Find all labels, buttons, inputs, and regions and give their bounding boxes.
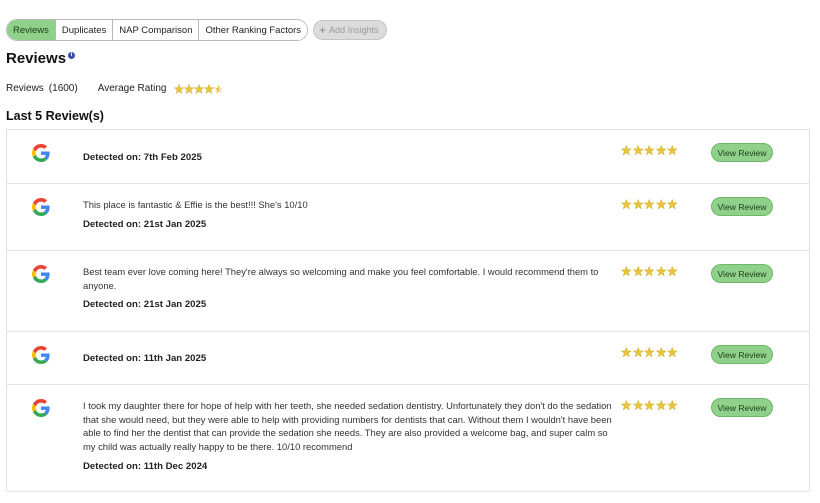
review-stars bbox=[621, 400, 678, 411]
star-icon bbox=[194, 83, 205, 94]
review-detected-date: Detected on: 7th Feb 2025 bbox=[83, 152, 202, 163]
info-icon[interactable]: i bbox=[68, 52, 76, 59]
star-icon bbox=[204, 83, 215, 94]
star-icon bbox=[621, 347, 632, 358]
star-icon bbox=[644, 199, 655, 210]
tab-other-ranking-factors[interactable]: Other Ranking Factors bbox=[199, 20, 308, 40]
view-review-button[interactable]: View Review bbox=[711, 398, 773, 417]
page-title: Reviews i bbox=[6, 50, 76, 67]
review-row: I took my daughter there for hope of hel… bbox=[7, 385, 809, 492]
review-stars bbox=[621, 266, 678, 277]
review-row: Detected on: 11th Jan 2025 View Review bbox=[7, 332, 809, 385]
add-insights-label: Add Insights bbox=[329, 25, 379, 35]
last-reviews-title: Last 5 Review(s) bbox=[6, 109, 104, 123]
review-detected-date: Detected on: 11th Dec 2024 bbox=[83, 461, 208, 472]
star-icon bbox=[632, 145, 643, 156]
view-review-button[interactable]: View Review bbox=[711, 197, 773, 216]
google-icon bbox=[32, 399, 50, 417]
review-stars bbox=[621, 199, 678, 210]
review-detected-date: Detected on: 21st Jan 2025 bbox=[83, 219, 207, 230]
star-icon bbox=[655, 199, 666, 210]
star-icon bbox=[184, 83, 195, 94]
google-icon bbox=[32, 265, 50, 283]
star-icon bbox=[644, 400, 655, 411]
star-icon bbox=[174, 83, 185, 94]
star-icon bbox=[667, 347, 678, 358]
star-icon bbox=[655, 400, 666, 411]
tab-reviews[interactable]: Reviews bbox=[7, 20, 56, 40]
google-icon bbox=[32, 346, 50, 364]
star-icon bbox=[655, 266, 666, 277]
star-icon bbox=[667, 199, 678, 210]
star-icon bbox=[644, 145, 655, 156]
star-icon bbox=[621, 145, 632, 156]
star-icon bbox=[667, 400, 678, 411]
star-icon bbox=[632, 266, 643, 277]
view-review-button[interactable]: View Review bbox=[711, 143, 773, 162]
view-review-button[interactable]: View Review bbox=[711, 345, 773, 364]
star-icon bbox=[621, 266, 632, 277]
view-review-button[interactable]: View Review bbox=[711, 264, 773, 283]
star-icon bbox=[632, 347, 643, 358]
review-stars bbox=[621, 347, 678, 358]
add-insights-button[interactable]: + Add Insights bbox=[313, 20, 387, 40]
average-rating-label: Average Rating bbox=[97, 83, 167, 94]
tab-bar: Reviews Duplicates NAP Comparison Other … bbox=[6, 19, 387, 41]
star-icon bbox=[621, 199, 632, 210]
review-detected-date: Detected on: 11th Jan 2025 bbox=[83, 353, 207, 364]
star-icon bbox=[214, 83, 225, 94]
review-row: Best team ever love coming here! They're… bbox=[7, 251, 809, 332]
review-list: Detected on: 7th Feb 2025 View Review This… bbox=[6, 129, 810, 492]
reviews-label: Reviews bbox=[6, 83, 44, 94]
page-title-text: Reviews bbox=[6, 50, 67, 67]
review-detected-date: Detected on: 21st Jan 2025 bbox=[83, 299, 207, 310]
plus-icon: + bbox=[319, 23, 327, 37]
reviews-count: (1600) bbox=[48, 83, 78, 94]
star-icon bbox=[632, 400, 643, 411]
tab-group: Reviews Duplicates NAP Comparison Other … bbox=[6, 19, 309, 41]
review-row: This place is fantastic & Effie is the b… bbox=[7, 184, 809, 251]
google-icon bbox=[32, 144, 50, 162]
average-rating-stars bbox=[174, 83, 225, 94]
star-icon bbox=[621, 400, 632, 411]
star-icon bbox=[655, 347, 666, 358]
google-icon bbox=[32, 198, 50, 216]
star-icon bbox=[655, 145, 666, 156]
star-icon bbox=[667, 145, 678, 156]
review-stars bbox=[621, 145, 678, 156]
review-text: I took my daughter there for hope of hel… bbox=[83, 400, 612, 452]
star-icon bbox=[667, 266, 678, 277]
star-icon bbox=[644, 266, 655, 277]
reviews-summary: Reviews (1600) Average Rating bbox=[6, 83, 225, 94]
review-row: Detected on: 7th Feb 2025 View Review bbox=[7, 130, 809, 184]
review-text: This place is fantastic & Effie is the b… bbox=[83, 199, 308, 210]
review-text: Best team ever love coming here! They're… bbox=[83, 266, 599, 291]
star-icon bbox=[644, 347, 655, 358]
star-icon bbox=[632, 199, 643, 210]
tab-nap-comparison[interactable]: NAP Comparison bbox=[113, 20, 200, 40]
tab-duplicates[interactable]: Duplicates bbox=[55, 20, 114, 40]
